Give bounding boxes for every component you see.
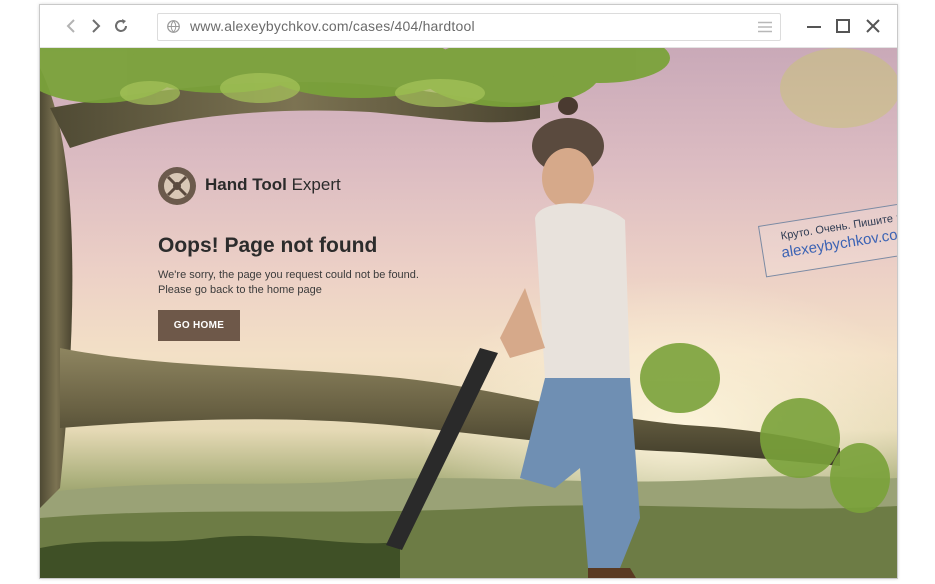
go-home-button[interactable]: GO HOME xyxy=(158,310,240,341)
error-message-line1: We're sorry, the page you request could … xyxy=(158,269,419,281)
chevron-left-icon[interactable] xyxy=(62,16,82,36)
url-text[interactable]: www.alexeybychkov.com/cases/404/hardtool xyxy=(190,18,475,34)
browser-window: www.alexeybychkov.com/cases/404/hardtool xyxy=(39,4,898,579)
globe-icon xyxy=(167,20,180,33)
page-title: Oops! Page not found xyxy=(158,234,378,257)
brand-name-bold: Hand Tool xyxy=(205,175,287,194)
brand-name[interactable]: Hand Tool Expert xyxy=(205,175,341,195)
close-icon[interactable] xyxy=(862,15,884,37)
maximize-icon[interactable] xyxy=(832,15,854,37)
blurred-leaf xyxy=(780,48,897,128)
crossed-tools-gear-icon[interactable] xyxy=(157,166,197,206)
hamburger-icon[interactable] xyxy=(758,21,772,33)
error-message: We're sorry, the page you request could … xyxy=(158,268,438,298)
chevron-right-icon[interactable] xyxy=(86,16,106,36)
page-viewport: Hand Tool Expert Oops! Page not found We… xyxy=(40,48,897,578)
brand-name-light: Expert xyxy=(286,175,341,194)
browser-toolbar: www.alexeybychkov.com/cases/404/hardtool xyxy=(40,5,897,48)
minimize-icon[interactable] xyxy=(803,15,825,37)
reload-icon[interactable] xyxy=(111,16,131,36)
address-bar[interactable]: www.alexeybychkov.com/cases/404/hardtool xyxy=(157,13,781,41)
error-message-line2: Please go back to the home page xyxy=(158,284,322,296)
